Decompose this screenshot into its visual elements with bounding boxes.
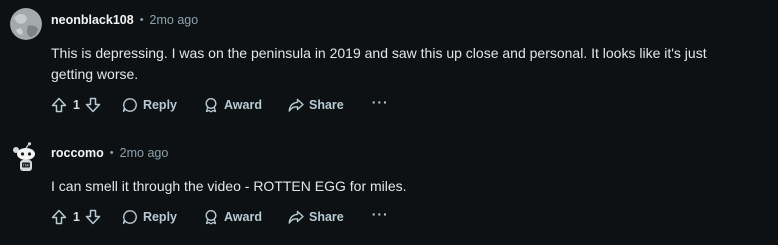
comment-actions: 1 Reply Award Share ···: [51, 94, 389, 116]
share-label: Share: [308, 210, 344, 224]
comment-body: I can smell it through the video - ROTTE…: [51, 178, 407, 194]
award-icon: [203, 209, 219, 225]
share-button[interactable]: Share: [288, 209, 344, 225]
comment-meta: roccomo • 2mo ago: [51, 146, 168, 160]
reply-button[interactable]: Reply: [122, 97, 177, 113]
downvote-icon[interactable]: [85, 209, 101, 225]
award-label: Award: [224, 98, 262, 112]
comment-bubble-icon: [122, 209, 138, 225]
comment-actions: 1 Reply Award Share ···: [51, 206, 389, 228]
comment: TMI roccomo • 2mo ago I can smell it thr…: [0, 125, 778, 245]
comment-bubble-icon: [122, 97, 138, 113]
downvote-icon[interactable]: [85, 97, 101, 113]
more-options-button[interactable]: ···: [372, 206, 389, 222]
comment-body: This is depressing. I was on the peninsu…: [51, 45, 707, 82]
vote-group: 1: [51, 97, 101, 113]
more-options-button[interactable]: ···: [372, 94, 389, 110]
award-button[interactable]: Award: [203, 97, 262, 113]
grey-user-avatar-icon: [10, 8, 42, 40]
share-button[interactable]: Share: [288, 97, 344, 113]
snoo-avatar-icon: TMI: [13, 142, 35, 171]
svg-text:TMI: TMI: [23, 163, 30, 168]
award-label: Award: [224, 210, 262, 224]
award-button[interactable]: Award: [203, 209, 262, 225]
separator: •: [139, 14, 144, 26]
timestamp[interactable]: 2mo ago: [120, 146, 169, 160]
reply-button[interactable]: Reply: [122, 209, 177, 225]
avatar[interactable]: [10, 8, 42, 40]
share-label: Share: [308, 98, 344, 112]
comment: neonblack108 • 2mo ago This is depressin…: [0, 0, 778, 125]
username[interactable]: neonblack108: [51, 13, 134, 27]
share-arrow-icon: [288, 97, 304, 113]
upvote-icon[interactable]: [51, 97, 67, 113]
reply-label: Reply: [142, 210, 177, 224]
upvote-icon[interactable]: [51, 209, 67, 225]
username[interactable]: roccomo: [51, 146, 104, 160]
comment-meta: neonblack108 • 2mo ago: [51, 13, 198, 27]
vote-group: 1: [51, 209, 101, 225]
avatar[interactable]: TMI: [10, 141, 42, 173]
vote-score: 1: [73, 210, 80, 224]
timestamp[interactable]: 2mo ago: [150, 13, 199, 27]
award-icon: [203, 97, 219, 113]
reply-label: Reply: [142, 98, 177, 112]
separator: •: [109, 147, 114, 159]
share-arrow-icon: [288, 209, 304, 225]
vote-score: 1: [73, 98, 80, 112]
